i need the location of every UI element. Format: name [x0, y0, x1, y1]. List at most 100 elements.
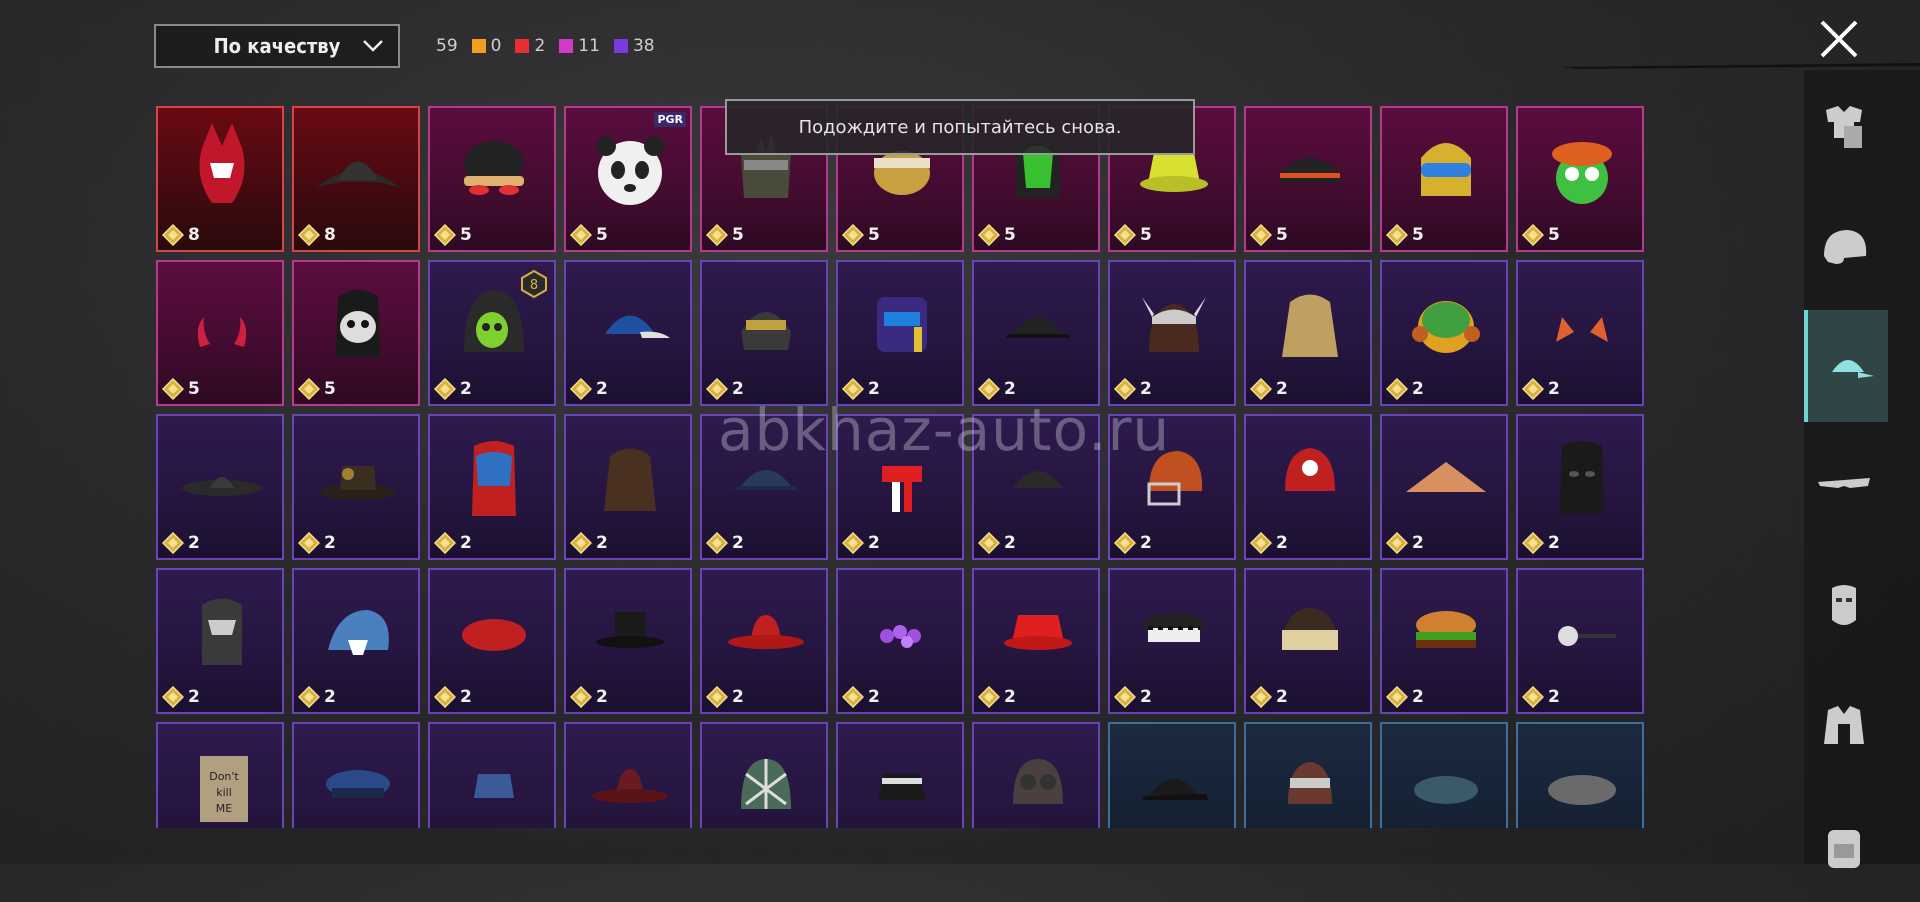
- item-price: 2: [978, 532, 1016, 554]
- inventory-item[interactable]: 2: [1244, 260, 1372, 406]
- coin-icon: [162, 532, 184, 554]
- devil-horns-icon: [197, 317, 247, 347]
- inventory-item[interactable]: [428, 722, 556, 828]
- sidebar-item-helmet[interactable]: [1804, 190, 1884, 302]
- sort-dropdown[interactable]: По качеству: [154, 24, 400, 68]
- inventory-item[interactable]: 2: [564, 568, 692, 714]
- blonde-hair-icon: [1282, 294, 1338, 357]
- inventory-item[interactable]: 2: [156, 414, 284, 560]
- inventory-item[interactable]: [700, 722, 828, 828]
- inventory-item[interactable]: [1108, 722, 1236, 828]
- coin-icon: [1386, 378, 1408, 400]
- sidebar-item-cap[interactable]: [1804, 310, 1888, 422]
- category-sidebar: [1804, 70, 1920, 868]
- inventory-item[interactable]: 5: [1244, 106, 1372, 252]
- inventory-item[interactable]: 2: [564, 414, 692, 560]
- inventory-item[interactable]: 2: [836, 568, 964, 714]
- inventory-item[interactable]: 2: [1516, 414, 1644, 560]
- inventory-item[interactable]: Don't kill ME: [156, 722, 284, 828]
- item-price-value: 2: [1548, 379, 1560, 399]
- sidebar-item-glasses[interactable]: [1804, 430, 1884, 542]
- inventory-item[interactable]: 2: [428, 414, 556, 560]
- inventory-item[interactable]: 5: [156, 260, 284, 406]
- samurai-helmet-icon: [199, 123, 245, 203]
- inventory-item[interactable]: 2: [1244, 414, 1372, 560]
- inventory-item[interactable]: 2: [1244, 568, 1372, 714]
- inventory-item[interactable]: 2: [564, 260, 692, 406]
- item-price: 5: [1250, 224, 1288, 246]
- toast-message: Подождите и попытайтесь снова.: [725, 99, 1195, 155]
- item-price: 2: [570, 686, 608, 708]
- item-price-value: 2: [1412, 533, 1424, 553]
- fox-ears-icon: [1556, 317, 1608, 342]
- sidebar-item-jacket[interactable]: [1804, 670, 1884, 782]
- coin-icon: [978, 532, 1000, 554]
- coin-icon: [570, 378, 592, 400]
- item-price-value: 5: [596, 225, 608, 245]
- inventory-item[interactable]: 2: [972, 568, 1100, 714]
- watermark: abkhaz-auto.ru: [718, 396, 1171, 464]
- inventory-item[interactable]: 2: [428, 568, 556, 714]
- item-price-value: 2: [1004, 533, 1016, 553]
- inventory-item[interactable]: [836, 722, 964, 828]
- item-price-value: 2: [868, 687, 880, 707]
- grey-beret-icon: [1548, 775, 1616, 805]
- inventory-item[interactable]: 2: [1380, 414, 1508, 560]
- inventory-grid-scroll[interactable]: 8 8 5 PGR 5 5 5 5 5 5 5 5 5 5 8 2 2 2 2 2 2 2 2 2 2 2 2 2 2 2 2 2 2 2 2 2 2 2…: [156, 106, 1646, 828]
- item-price-value: 2: [1140, 687, 1152, 707]
- inventory-item[interactable]: [292, 722, 420, 828]
- balaclava-icon: [1560, 441, 1604, 514]
- pink-square-icon: [559, 39, 574, 53]
- item-price: 2: [162, 532, 200, 554]
- sidebar-item-outfit[interactable]: [1804, 70, 1884, 182]
- inventory-item[interactable]: 2: [1108, 260, 1236, 406]
- inventory-item[interactable]: [564, 722, 692, 828]
- coin-icon: [298, 378, 320, 400]
- item-price: 2: [1522, 686, 1560, 708]
- inventory-item[interactable]: 2: [836, 260, 964, 406]
- inventory-item[interactable]: 8: [292, 106, 420, 252]
- count-purple: 38: [613, 36, 655, 56]
- inventory-item[interactable]: PGR 5: [564, 106, 692, 252]
- sidebar-item-mask[interactable]: [1804, 550, 1884, 662]
- inventory-item[interactable]: 5: [292, 260, 420, 406]
- blue-beret-icon: [1414, 776, 1478, 804]
- inventory-item[interactable]: 2: [292, 568, 420, 714]
- brown-fedora-icon: [592, 769, 668, 803]
- outfit-icon: [1826, 106, 1862, 148]
- inventory-item[interactable]: 2: [700, 260, 828, 406]
- item-price: 2: [162, 686, 200, 708]
- aviator-hat-icon: [1013, 759, 1063, 804]
- item-price: 2: [978, 686, 1016, 708]
- item-price: 2: [434, 532, 472, 554]
- inventory-item[interactable]: 2: [972, 260, 1100, 406]
- inventory-item[interactable]: [1244, 722, 1372, 828]
- coin-icon: [842, 686, 864, 708]
- inventory-item[interactable]: 8: [156, 106, 284, 252]
- inventory-item[interactable]: [1380, 722, 1508, 828]
- inventory-item[interactable]: 2: [700, 568, 828, 714]
- inventory-item[interactable]: 5: [1380, 106, 1508, 252]
- item-price: 2: [1250, 378, 1288, 400]
- inventory-item[interactable]: 2: [292, 414, 420, 560]
- black-cap-icon: [1006, 317, 1070, 338]
- sidebar-item-backpack[interactable]: [1804, 790, 1884, 902]
- item-price-value: 5: [1548, 225, 1560, 245]
- inventory-item[interactable]: 2: [1380, 260, 1508, 406]
- inventory-item[interactable]: [972, 722, 1100, 828]
- inventory-item[interactable]: 2: [156, 568, 284, 714]
- item-price-value: 5: [188, 379, 200, 399]
- inventory-item[interactable]: 2: [1516, 568, 1644, 714]
- bandana-icon: [1280, 158, 1340, 183]
- count-orange-value: 0: [490, 36, 502, 56]
- inventory-item[interactable]: 2: [1380, 568, 1508, 714]
- inventory-item[interactable]: 5: [1516, 106, 1644, 252]
- black-bucket-hat-icon: [878, 774, 926, 800]
- inventory-item[interactable]: 2: [1108, 568, 1236, 714]
- inventory-item[interactable]: 5: [428, 106, 556, 252]
- inventory-item[interactable]: 2: [1516, 260, 1644, 406]
- inventory-item[interactable]: 82: [428, 260, 556, 406]
- coin-icon: [1114, 532, 1136, 554]
- inventory-item[interactable]: [1516, 722, 1644, 828]
- close-icon[interactable]: [1816, 16, 1862, 62]
